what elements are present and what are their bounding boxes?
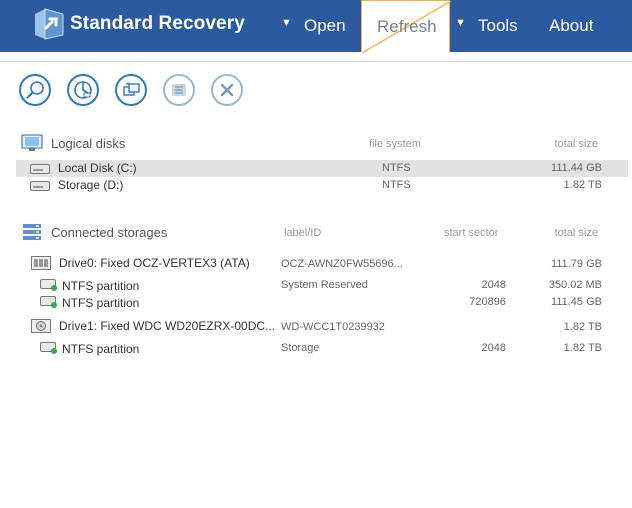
disk-size: 111.44 GB (551, 162, 602, 174)
col-file-system: file system (369, 138, 421, 150)
logical-disks-title: Logical disks (51, 136, 126, 151)
app-logo-icon (35, 8, 64, 40)
open-dropdown-arrow-icon[interactable]: ▼ (281, 17, 292, 29)
partition-label: System Reserved (281, 279, 368, 291)
ssd-drive-icon (31, 256, 51, 270)
partition-row[interactable]: NTFS partition 720896 111.45 GB (16, 294, 628, 311)
col-label-id: label/ID (284, 227, 322, 239)
list-button[interactable] (163, 74, 195, 106)
connected-storages-title: Connected storages (51, 225, 168, 240)
disk-size: 1.82 TB (563, 179, 602, 191)
menu-open[interactable]: Open (304, 16, 346, 36)
menu-tools[interactable]: Tools (478, 16, 518, 36)
drive-name: Drive1: Fixed WDC WD20EZRX-00DC... (59, 319, 276, 333)
hard-disk-icon (30, 164, 50, 174)
copy-button[interactable] (115, 74, 147, 106)
drive-label: WD-WCC1T0239932 (281, 321, 385, 333)
partition-size: 1.82 TB (563, 342, 602, 354)
logical-disk-row[interactable]: Local Disk (C:) NTFS 111.44 GB (16, 160, 628, 177)
drive-name: Drive0: Fixed OCZ-VERTEX3 (ATA) (59, 256, 250, 270)
storage-stack-icon (23, 224, 41, 240)
hard-disk-icon (30, 181, 50, 191)
drive-size: 111.79 GB (551, 258, 602, 270)
partition-name: NTFS partition (62, 296, 140, 310)
tools-dropdown-arrow-icon[interactable]: ▼ (455, 17, 466, 29)
col-total-size: total size (554, 227, 598, 239)
disk-fs: NTFS (382, 179, 411, 191)
partition-name: NTFS partition (62, 342, 140, 356)
col-start-sector: start sector (444, 227, 499, 239)
copy-icon (123, 82, 140, 96)
drive-row[interactable]: Drive1: Fixed WDC WD20EZRX-00DC... WD-WC… (16, 317, 628, 335)
col-total-size: total size (554, 138, 598, 150)
header-divider (0, 61, 632, 62)
menu-refresh-label: Refresh (377, 17, 437, 36)
disk-fs: NTFS (382, 162, 411, 174)
menu-refresh[interactable]: Refresh (361, 0, 451, 53)
disk-name: Local Disk (C:) (58, 161, 137, 175)
partition-label: Storage (281, 342, 320, 354)
search-button[interactable] (19, 74, 51, 106)
close-button[interactable] (211, 74, 243, 106)
chart-icon (74, 81, 92, 99)
partition-name: NTFS partition (62, 279, 140, 293)
search-icon (26, 81, 44, 99)
drive-row[interactable]: Drive0: Fixed OCZ-VERTEX3 (ATA) OCZ-AWNZ… (16, 254, 628, 272)
chart-button[interactable] (67, 74, 99, 106)
drive-size: 1.82 TB (563, 321, 602, 333)
partition-icon (40, 296, 57, 308)
partition-start-sector: 720896 (469, 296, 506, 308)
partition-start-sector: 2048 (481, 342, 506, 354)
header-bar: Standard Recovery ▼ Open Refresh ▼ Tools… (0, 0, 632, 53)
disk-name: Storage (D:) (58, 178, 124, 192)
list-icon (172, 84, 186, 96)
menu-about[interactable]: About (549, 16, 593, 36)
partition-size: 111.45 GB (551, 296, 602, 308)
monitor-icon (21, 134, 43, 151)
partition-icon (40, 279, 57, 291)
partition-size: 350.02 MB (548, 279, 602, 291)
logical-disk-row[interactable]: Storage (D:) NTFS 1.82 TB (16, 177, 628, 194)
close-icon (220, 83, 234, 97)
drive-label: OCZ-AWNZ0FW55696... (281, 258, 403, 270)
partition-row[interactable]: NTFS partition Storage 2048 1.82 TB (16, 340, 628, 357)
partition-row[interactable]: NTFS partition System Reserved 2048 350.… (16, 277, 628, 294)
partition-icon (40, 342, 57, 354)
app-title: Standard Recovery (70, 13, 245, 34)
hdd-drive-icon (31, 319, 51, 333)
partition-start-sector: 2048 (481, 279, 506, 291)
